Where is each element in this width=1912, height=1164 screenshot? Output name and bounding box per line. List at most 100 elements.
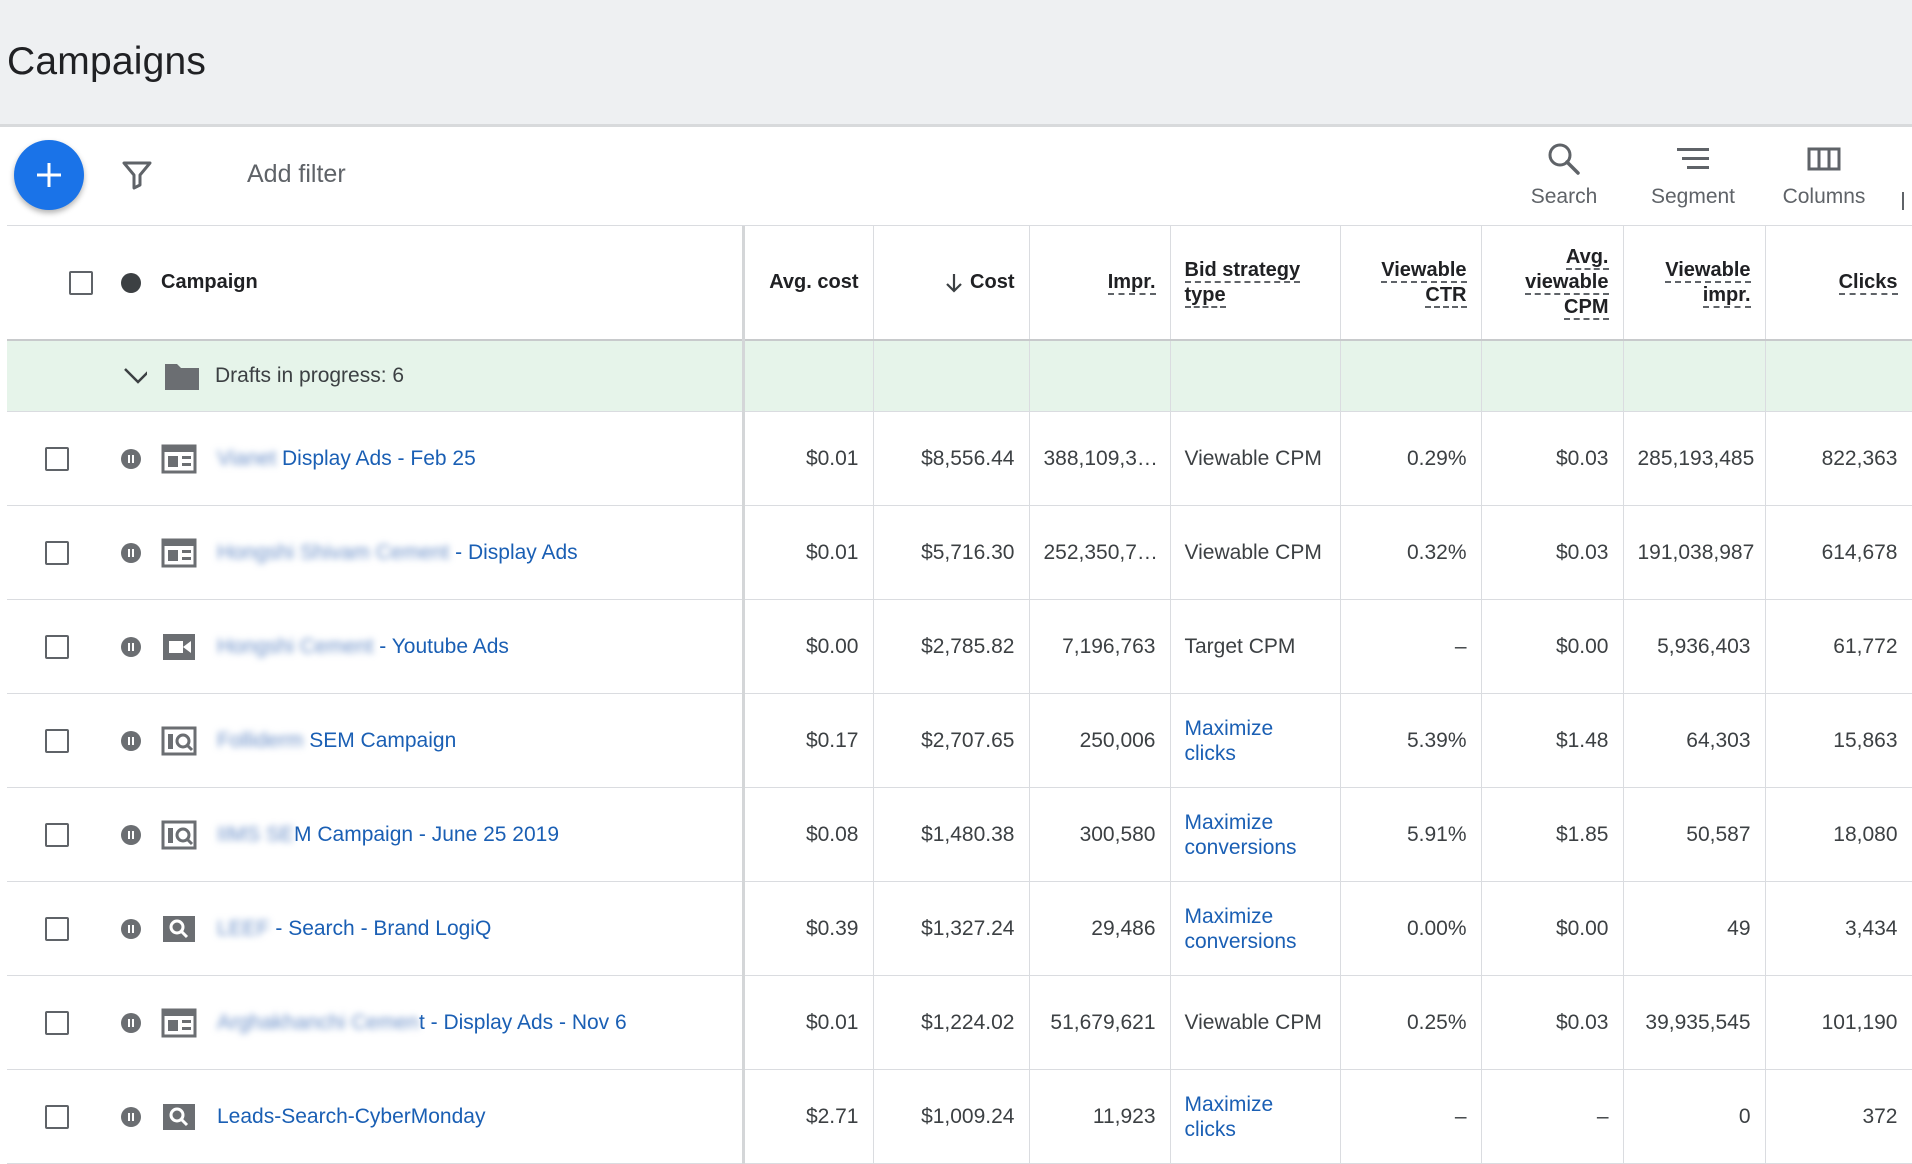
clicks-cell: 18,080 [1765,787,1912,882]
filter-button[interactable] [120,157,156,193]
row-checkbox[interactable] [45,446,69,471]
cost-cell: $5,716.30 [873,505,1030,600]
viewable-impr-cell: 49 [1623,881,1766,976]
table-row[interactable]: Leads-Search-CyberMonday $2.71 $1,009.24 11… [7,1069,1912,1164]
paused-status-icon[interactable] [121,1012,141,1033]
paused-status-icon[interactable] [121,730,141,751]
impr-cell: 252,350,7… [1029,505,1171,600]
paused-status-icon[interactable] [121,824,141,845]
paused-status-icon[interactable] [121,1106,141,1127]
row-checkbox[interactable] [45,1010,69,1035]
arrow-down-icon [946,273,962,293]
viewable-ctr-cell: – [1340,1069,1482,1164]
header-viewable-impr-label: Viewable impr. [1665,258,1751,308]
clicks-cell: 822,363 [1765,411,1912,506]
row-checkbox[interactable] [45,916,69,941]
campaign-name-link[interactable]: Hongshi Cement - Youtube Ads [217,634,509,659]
table-row[interactable]: Arghakhanchi Cement - Display Ads - Nov … [7,975,1912,1070]
add-filter-link[interactable]: Add filter [247,160,346,189]
campaign-name-text: M Campaign - June 25 2019 [294,823,560,846]
header-clicks[interactable]: Clicks [1765,226,1912,341]
campaign-name-link[interactable]: Hongshi Shivam Cement - Display Ads [217,540,578,565]
paused-status-icon[interactable] [121,636,141,657]
avg-cost-cell: $0.01 [743,505,874,600]
bid-strategy-value[interactable]: Maximize conversions [1185,811,1297,859]
header-impr-label: Impr. [1107,271,1156,295]
cost-cell: $1,480.38 [873,787,1030,882]
campaign-name-text: - Search - Brand LogiQ [269,917,492,940]
clicks-cell: 3,434 [1765,881,1912,976]
campaign-name-text: Display Ads - Feb 25 [276,447,476,470]
drafts-empty-cell [1029,340,1171,412]
plus-icon [37,163,61,187]
row-checkbox[interactable] [45,822,69,847]
columns-button[interactable]: Columns [1764,141,1884,219]
bid-strategy-value[interactable]: Maximize clicks [1185,717,1274,765]
paused-status-icon[interactable] [121,918,141,939]
viewable-ctr-cell: – [1340,599,1482,694]
avg-cost-cell: $0.17 [743,693,874,788]
header-clicks-label: Clicks [1838,271,1898,295]
table-row[interactable]: Hongshi Cement - Youtube Ads $0.00 $2,785.… [7,599,1912,694]
search-campaign-icon [161,1101,197,1133]
search-button[interactable]: Search [1504,141,1624,219]
header-impr[interactable]: Impr. [1029,226,1171,341]
columns-icon [1807,147,1841,171]
row-checkbox[interactable] [45,728,69,753]
drafts-empty-cell [873,340,1030,412]
viewable-ctr-cell: 0.29% [1340,411,1482,506]
search-campaign-icon [161,913,197,945]
avg-viewable-cpm-cell: – [1481,1069,1624,1164]
table-row[interactable]: Folliderm SEM Campaign $0.17 $2,707.65 250,… [7,693,1912,788]
row-status-cell [107,693,147,788]
select-all-checkbox[interactable] [69,270,93,295]
campaign-cell: Hongshi Shivam Cement - Display Ads [147,505,745,600]
avg-viewable-cpm-cell: $0.00 [1481,881,1624,976]
chevron-down-icon[interactable] [121,365,147,387]
page-title: Campaigns [7,40,207,83]
campaign-name-link[interactable]: Vianet Display Ads - Feb 25 [217,446,476,471]
bid-strategy-value: Viewable CPM [1184,541,1322,564]
clicks-cell: 15,863 [1765,693,1912,788]
header-viewable-ctr[interactable]: Viewable CTR [1340,226,1482,341]
add-campaign-button[interactable] [14,140,84,210]
campaign-name-link[interactable]: Arghakhanchi Cement - Display Ads - Nov … [217,1010,627,1035]
header-avg-cost[interactable]: Avg. cost [743,226,874,341]
header-campaign[interactable]: Campaign [147,226,745,341]
avg-cost-cell: $0.08 [743,787,874,882]
impr-cell: 388,109,3… [1029,411,1171,506]
campaigns-table: Campaign Avg. cost Cost Impr. Bid strate… [7,226,1912,1164]
paused-status-icon[interactable] [121,542,141,563]
avg-viewable-cpm-cell: $0.03 [1481,975,1624,1070]
table-row[interactable]: IIMS SEM Campaign - June 25 2019 $0.08 $1,… [7,787,1912,882]
row-checkbox-cell [7,787,107,882]
campaign-name-link[interactable]: LEEF - Search - Brand LogiQ [217,916,491,941]
bid-strategy-value[interactable]: Maximize clicks [1185,1093,1274,1141]
viewable-ctr-cell: 0.25% [1340,975,1482,1070]
campaign-name-link[interactable]: IIMS SEM Campaign - June 25 2019 [217,822,559,847]
header-cost[interactable]: Cost [873,226,1030,341]
row-checkbox[interactable] [45,1104,69,1129]
bid-strategy-value: Viewable CPM [1184,447,1322,470]
campaign-name-text: SEM Campaign [303,729,457,752]
header-viewable-impr[interactable]: Viewable impr. [1623,226,1766,341]
header-bid-strategy-type[interactable]: Bid strategy type [1170,226,1341,341]
table-row[interactable]: Vianet Display Ads - Feb 25 $0.01 $8,556.4… [7,411,1912,506]
table-row[interactable]: Hongshi Shivam Cement - Display Ads $0.01… [7,505,1912,600]
drafts-label-cell: Drafts in progress: 6 [147,340,745,412]
paused-status-icon[interactable] [121,448,141,469]
status-header[interactable] [107,226,147,341]
row-checkbox[interactable] [45,634,69,659]
impr-cell: 11,923 [1029,1069,1171,1164]
header-avg-viewable-cpm[interactable]: Avg. viewable CPM [1481,226,1624,341]
segment-button[interactable]: Segment [1633,141,1753,219]
bid-strategy-value[interactable]: Maximize conversions [1185,905,1297,953]
row-checkbox[interactable] [45,540,69,565]
campaign-name-blurred: Arghakhanchi Cemen [217,1011,419,1034]
campaign-name-link[interactable]: Leads-Search-CyberMonday [217,1104,485,1129]
table-row[interactable]: LEEF - Search - Brand LogiQ $0.39 $1,327.2… [7,881,1912,976]
bid-strategy-cell: Viewable CPM [1170,411,1341,506]
drafts-row[interactable]: Drafts in progress: 6 [7,340,1912,412]
campaign-name-link[interactable]: Folliderm SEM Campaign [217,728,456,753]
row-status-cell [107,505,147,600]
